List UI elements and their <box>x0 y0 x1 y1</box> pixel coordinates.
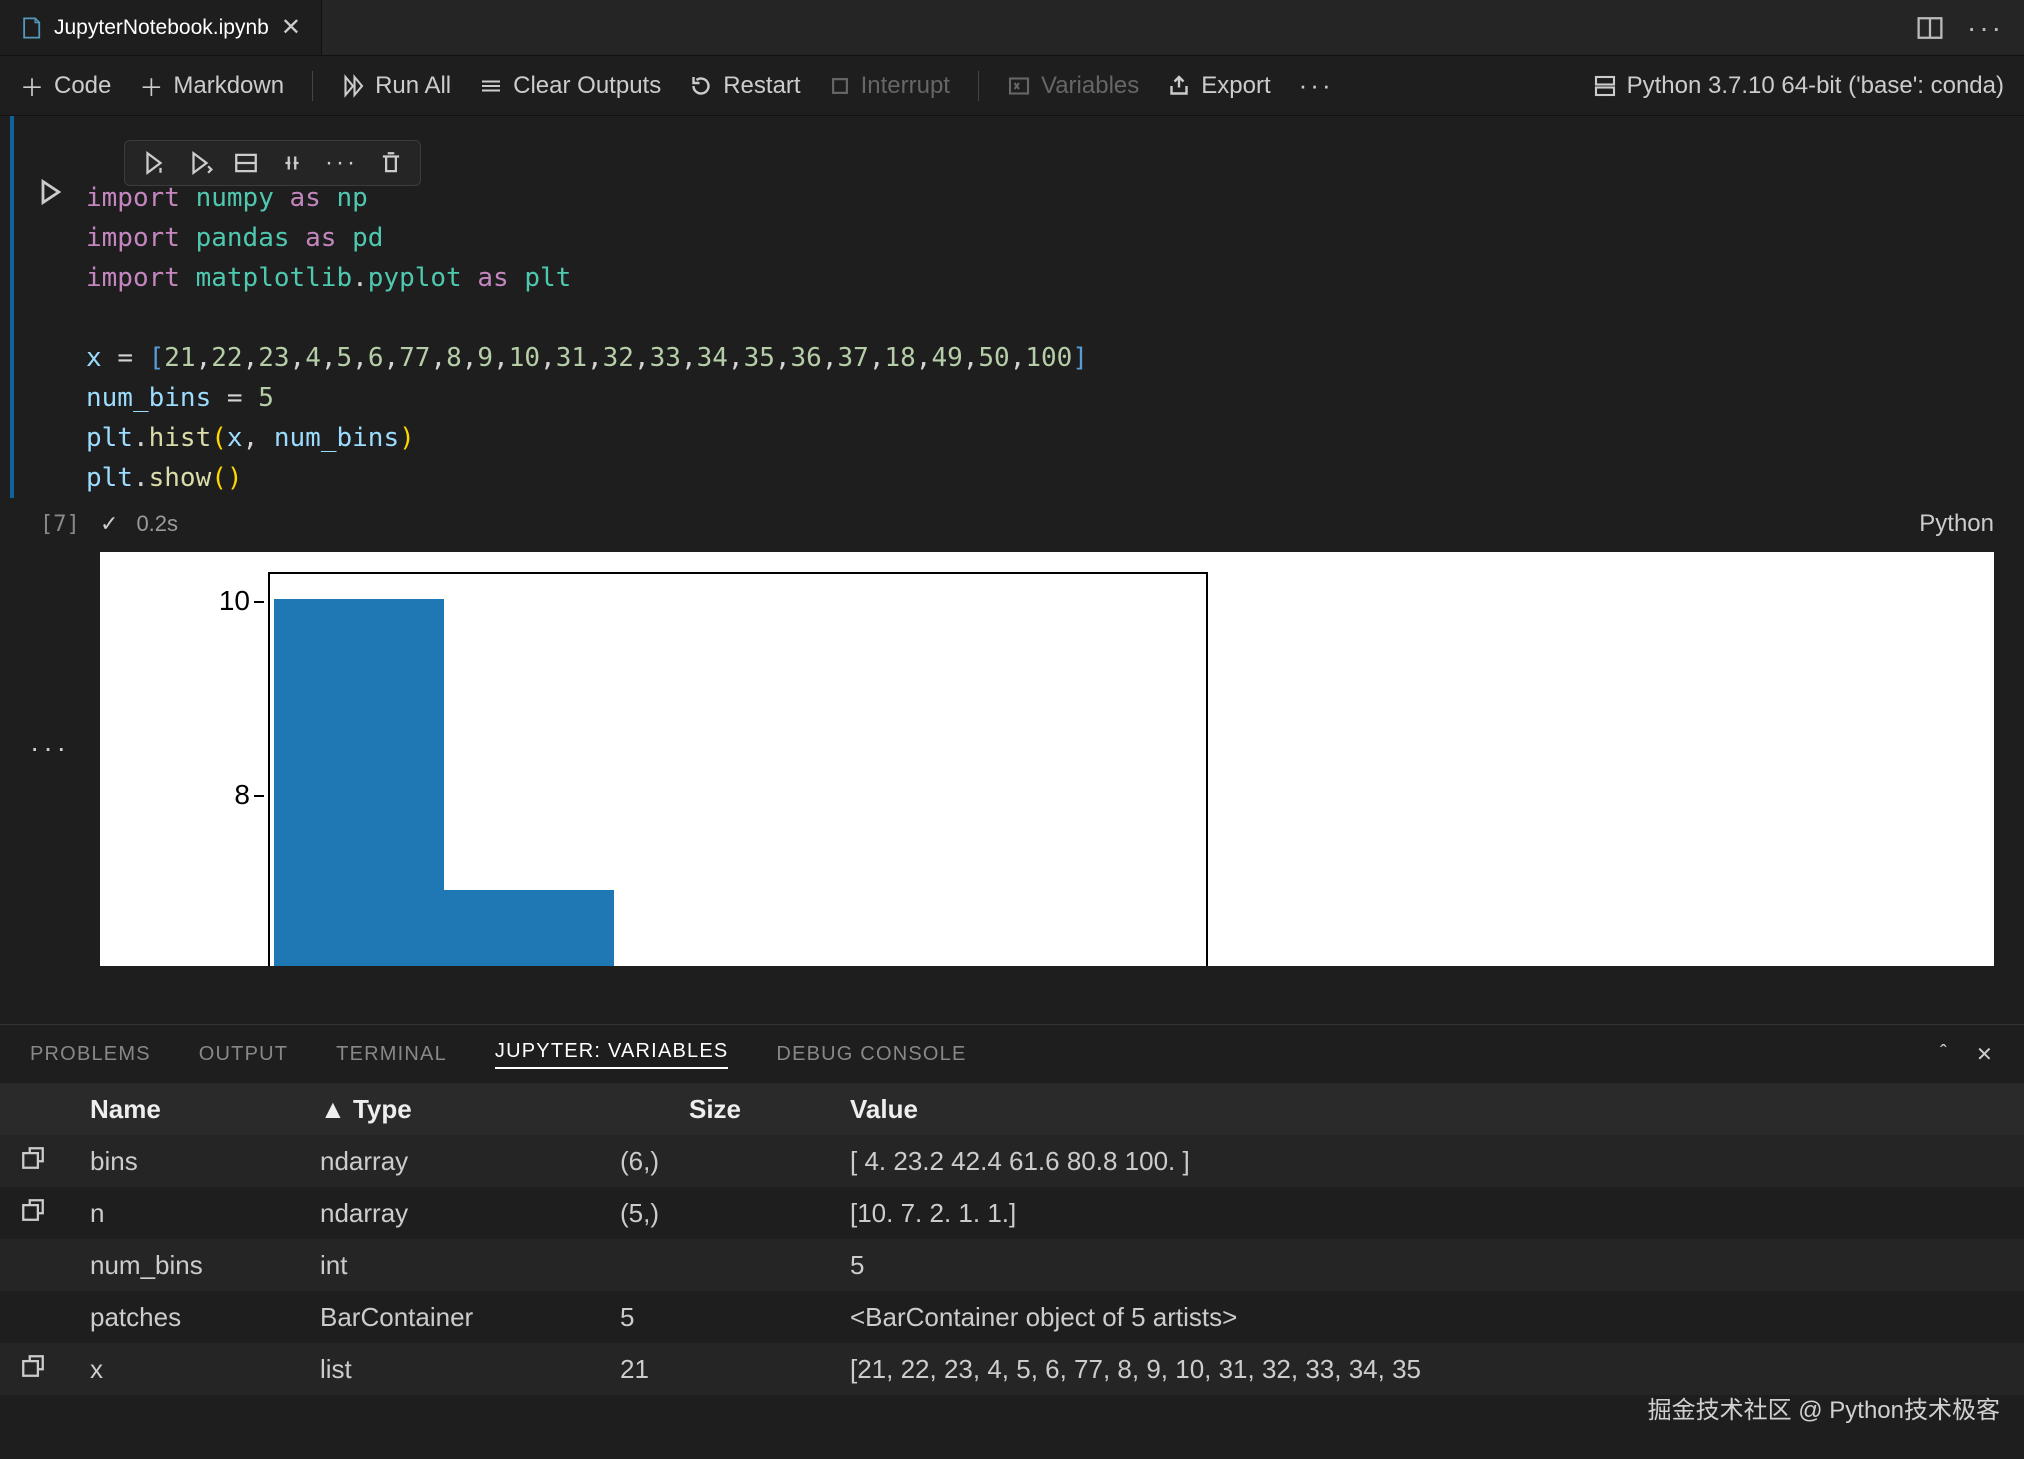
export-button[interactable]: Export <box>1167 72 1270 100</box>
variables-icon <box>1007 74 1031 98</box>
run-cell-icon[interactable] <box>141 150 167 176</box>
panel-collapse-icon[interactable]: ˆ <box>1940 1042 1948 1067</box>
var-type: int <box>320 1250 580 1281</box>
run-all-button[interactable]: Run All <box>341 72 451 100</box>
var-name: n <box>90 1198 320 1229</box>
col-size[interactable]: Size <box>580 1094 850 1125</box>
tab-problems[interactable]: PROBLEMS <box>30 1043 151 1066</box>
separator <box>978 71 979 101</box>
popout-icon[interactable] <box>20 1197 90 1230</box>
notebook-toolbar: ＋ Code ＋ Markdown Run All Clear Outputs … <box>0 56 2024 116</box>
col-type[interactable]: Type <box>320 1094 580 1125</box>
var-value: [21, 22, 23, 4, 5, 6, 77, 8, 9, 10, 31, … <box>850 1354 2004 1385</box>
panel-close-icon[interactable]: ✕ <box>1976 1042 1994 1067</box>
y-tick-label: 8 <box>210 779 250 811</box>
tab-current[interactable]: JupyterNotebook.ipynb ✕ <box>0 0 322 55</box>
split-layout-icon[interactable] <box>1917 15 1943 41</box>
success-check-icon: ✓ <box>100 511 118 537</box>
cell-run-gutter[interactable] <box>14 116 86 498</box>
variable-row[interactable]: xlist21[21, 22, 23, 4, 5, 6, 77, 8, 9, 1… <box>0 1343 2024 1395</box>
variable-row[interactable]: nndarray(5,)[10. 7. 2. 1. 1.] <box>0 1187 2024 1239</box>
notebook-body: import numpy as np import pandas as pd i… <box>0 116 2024 966</box>
kernel-picker[interactable]: Python 3.7.10 64-bit ('base': conda) <box>1593 72 2004 100</box>
play-all-icon <box>341 74 365 98</box>
var-name: num_bins <box>90 1250 320 1281</box>
var-type: ndarray <box>320 1146 580 1177</box>
tab-output[interactable]: OUTPUT <box>199 1043 288 1066</box>
tab-title: JupyterNotebook.ipynb <box>54 16 269 40</box>
var-size: 5 <box>580 1302 850 1333</box>
output-actions-icon[interactable]: ··· <box>30 732 70 764</box>
play-icon[interactable] <box>36 178 64 206</box>
var-type: list <box>320 1354 580 1385</box>
var-type: BarContainer <box>320 1302 580 1333</box>
cell-language[interactable]: Python <box>1919 510 1994 538</box>
ellipsis-icon[interactable]: ··· <box>1967 12 2004 44</box>
ellipsis-icon[interactable]: ··· <box>1299 70 1334 101</box>
var-name: x <box>90 1354 320 1385</box>
histogram-bar <box>444 890 614 966</box>
execution-count: [7] <box>40 512 80 537</box>
add-code-button[interactable]: ＋ Code <box>20 68 111 103</box>
tab-close-icon[interactable]: ✕ <box>281 13 301 42</box>
variables-button[interactable]: Variables <box>1007 72 1139 100</box>
var-size: (6,) <box>580 1146 850 1177</box>
execution-time: 0.2s <box>136 511 178 537</box>
var-value: 5 <box>850 1250 2004 1281</box>
var-name: patches <box>90 1302 320 1333</box>
split-cell-icon[interactable] <box>233 150 259 176</box>
popout-icon[interactable] <box>20 1353 90 1386</box>
var-value: [10. 7. 2. 1. 1.] <box>850 1198 2004 1229</box>
code-content[interactable]: import numpy as np import pandas as pd i… <box>86 178 1994 498</box>
clear-icon <box>479 74 503 98</box>
add-markdown-button[interactable]: ＋ Markdown <box>139 68 284 103</box>
clear-outputs-button[interactable]: Clear Outputs <box>479 72 661 100</box>
separator <box>312 71 313 101</box>
restart-icon <box>689 74 713 98</box>
col-value[interactable]: Value <box>850 1094 2004 1125</box>
var-value: <BarContainer object of 5 artists> <box>850 1302 2004 1333</box>
watermark: 掘金技术社区 @ Python技术极客 <box>1648 1390 2000 1425</box>
plus-icon: ＋ <box>20 68 44 103</box>
tab-bar: JupyterNotebook.ipynb ✕ ··· <box>0 0 2024 56</box>
run-below-icon[interactable] <box>187 150 213 176</box>
notebook-file-icon <box>20 17 42 39</box>
var-name: bins <box>90 1146 320 1177</box>
export-icon <box>1167 74 1191 98</box>
popout-icon[interactable] <box>20 1145 90 1178</box>
y-tick-label: 10 <box>210 585 250 617</box>
panel-tab-bar: PROBLEMS OUTPUT TERMINAL JUPYTER: VARIAB… <box>0 1025 2024 1083</box>
col-name[interactable]: Name <box>90 1094 320 1125</box>
delete-cell-icon[interactable] <box>378 150 404 176</box>
var-size: 21 <box>580 1354 850 1385</box>
tab-debug-console[interactable]: DEBUG CONSOLE <box>776 1043 966 1066</box>
interrupt-button[interactable]: Interrupt <box>829 72 950 100</box>
variables-header: Name Type Size Value <box>0 1083 2024 1135</box>
plus-icon: ＋ <box>139 68 163 103</box>
ellipsis-icon[interactable]: ··· <box>325 149 358 177</box>
tab-jupyter-variables[interactable]: JUPYTER: VARIABLES <box>495 1040 729 1069</box>
execute-above-icon[interactable] <box>279 150 305 176</box>
tab-terminal[interactable]: TERMINAL <box>336 1043 447 1066</box>
server-icon <box>1593 74 1617 98</box>
variable-row[interactable]: patchesBarContainer5<BarContainer object… <box>0 1291 2024 1343</box>
chart-axes <box>268 572 1208 966</box>
cell-output-chart: 10864 <box>100 552 1994 966</box>
restart-button[interactable]: Restart <box>689 72 800 100</box>
histogram-bar <box>274 599 444 966</box>
cell-toolbar: ··· <box>124 140 421 186</box>
cell-status-bar: [7] ✓ 0.2s Python <box>10 498 2024 550</box>
var-size: (5,) <box>580 1198 850 1229</box>
variable-row[interactable]: num_binsint 5 <box>0 1239 2024 1291</box>
var-value: [ 4. 23.2 42.4 61.6 80.8 100. ] <box>850 1146 2004 1177</box>
variable-row[interactable]: binsndarray(6,)[ 4. 23.2 42.4 61.6 80.8 … <box>0 1135 2024 1187</box>
var-type: ndarray <box>320 1198 580 1229</box>
stop-icon <box>829 75 851 97</box>
